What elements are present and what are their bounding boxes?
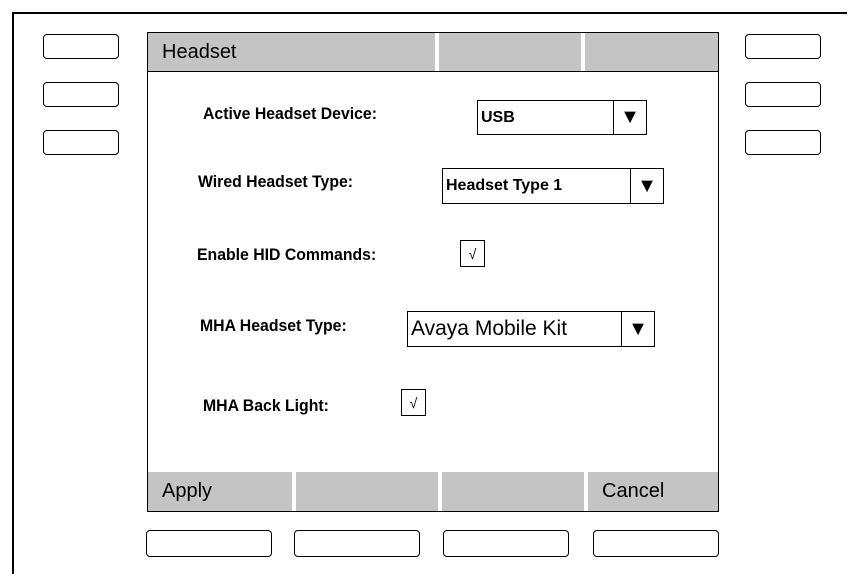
title-bar: Headset <box>148 33 718 72</box>
active-headset-device-label: Active Headset Device: <box>203 104 377 123</box>
screen-title: Headset <box>148 33 439 71</box>
wired-headset-type-value: Headset Type 1 <box>446 177 563 194</box>
softkey-button-4[interactable] <box>593 530 719 557</box>
dropdown-arrow-icon: ▼ <box>613 101 646 134</box>
enable-hid-commands-label: Enable HID Commands: <box>197 245 377 264</box>
display-screen: Headset Active Headset Device: USB ▼ Wir… <box>147 32 719 512</box>
left-line-key-3[interactable] <box>43 130 119 155</box>
active-headset-device-value: USB <box>481 108 515 126</box>
right-line-key-2[interactable] <box>745 82 821 107</box>
mha-back-light-label: MHA Back Light: <box>203 396 329 415</box>
right-line-key-3[interactable] <box>745 130 821 155</box>
softkey-label-cancel[interactable]: Cancel <box>588 472 718 511</box>
active-headset-device-select[interactable]: USB ▼ <box>477 100 647 135</box>
right-line-key-1[interactable] <box>745 34 821 59</box>
mha-back-light-checkbox[interactable]: √ <box>401 389 426 416</box>
softkey-button-3[interactable] <box>443 530 569 557</box>
mha-headset-type-value: Avaya Mobile Kit <box>411 317 568 340</box>
enable-hid-commands-checkbox[interactable]: √ <box>460 240 485 267</box>
title-bar-segment <box>439 33 585 71</box>
dropdown-arrow-icon: ▼ <box>630 169 663 203</box>
mha-headset-type-select[interactable]: Avaya Mobile Kit ▼ <box>407 311 655 347</box>
softkey-button-1[interactable] <box>146 530 272 557</box>
checkmark-icon: √ <box>468 245 477 262</box>
wired-headset-type-label: Wired Headset Type: <box>198 172 354 191</box>
mha-headset-type-label: MHA Headset Type: <box>200 316 347 335</box>
title-bar-segment <box>585 33 718 71</box>
softkey-label-2[interactable] <box>296 472 442 511</box>
softkey-button-2[interactable] <box>294 530 420 557</box>
softkey-label-apply[interactable]: Apply <box>148 472 296 511</box>
dropdown-arrow-icon: ▼ <box>621 312 654 346</box>
checkmark-icon: √ <box>409 394 418 411</box>
left-line-key-2[interactable] <box>43 82 119 107</box>
wired-headset-type-select[interactable]: Headset Type 1 ▼ <box>442 168 664 204</box>
left-line-key-1[interactable] <box>43 34 119 59</box>
softkey-bar: Apply Cancel <box>148 472 718 511</box>
softkey-label-3[interactable] <box>442 472 588 511</box>
